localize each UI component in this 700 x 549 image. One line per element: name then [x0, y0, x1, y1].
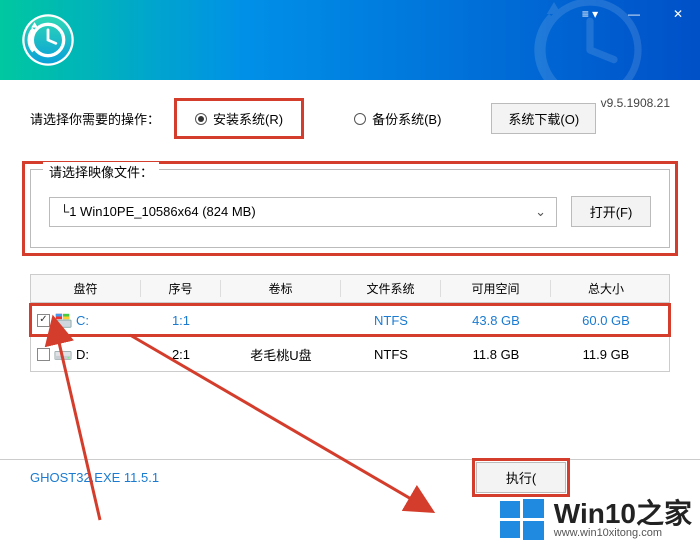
footer-bar: GHOST32.EXE 11.5.1 执行( 关闭(C) [0, 459, 700, 495]
radio-install-label: 安装系统(R) [213, 109, 283, 128]
cell-fs: NTFS [341, 347, 441, 362]
open-file-button[interactable]: 打开(F) [571, 196, 651, 227]
row-checkbox[interactable] [37, 314, 50, 327]
th-total: 总大小 [551, 280, 661, 297]
close-window-button[interactable]: ✕ [656, 0, 700, 28]
windows-drive-icon [54, 312, 72, 328]
system-download-button[interactable]: 系统下载(O) [491, 103, 596, 134]
th-drive: 盘符 [31, 280, 141, 297]
image-file-dropdown[interactable]: └1 Win10PE_10586x64 (824 MB) ⌄ [49, 197, 557, 227]
watermark-title: Win10之家 [554, 500, 692, 528]
operation-prompt: 请选择你需要的操作： [30, 109, 160, 128]
th-label: 卷标 [221, 280, 341, 297]
title-bar: ≡ ▾ — ✕ [0, 0, 700, 80]
window-controls: ≡ ▾ — ✕ [568, 0, 700, 28]
image-file-selected: └1 Win10PE_10586x64 (824 MB) [60, 204, 256, 219]
cell-label: 老毛桃U盘 [221, 345, 341, 364]
windows-logo-icon [498, 495, 546, 543]
app-logo-icon [20, 12, 76, 68]
disk-drive-icon [54, 346, 72, 362]
cell-index: 2:1 [141, 347, 221, 362]
image-file-legend: 请选择映像文件： [43, 162, 159, 181]
cell-total: 60.0 GB [551, 313, 661, 328]
row-checkbox[interactable] [37, 348, 50, 361]
cell-free: 43.8 GB [441, 313, 551, 328]
content-area: 请选择你需要的操作： 安装系统(R) 备份系统(B) 系统下载(O) v9.5.… [0, 80, 700, 372]
cell-free: 11.8 GB [441, 347, 551, 362]
operation-radio-group: 安装系统(R) 备份系统(B) [174, 98, 451, 139]
table-body: C: 1:1 NTFS 43.8 GB 60.0 GB [31, 303, 669, 371]
th-free: 可用空间 [441, 280, 551, 297]
menu-dropdown-button[interactable]: ≡ ▾ [568, 0, 612, 28]
partition-table: 盘符 序号 卷标 文件系统 可用空间 总大小 C: [30, 274, 670, 372]
execute-button[interactable]: 执行( [476, 462, 566, 493]
radio-dot-icon [195, 113, 207, 125]
cell-total: 11.9 GB [551, 347, 661, 362]
app-window: ≡ ▾ — ✕ 请选择你需要的操作： 安装系统(R) 备份系统(B) 系统下载(… [0, 0, 700, 549]
table-row[interactable]: D: 2:1 老毛桃U盘 NTFS 11.8 GB 11.9 GB [31, 337, 669, 371]
table-header: 盘符 序号 卷标 文件系统 可用空间 总大小 [31, 275, 669, 303]
minimize-button[interactable]: — [612, 0, 656, 28]
version-label: v9.5.1908.21 [601, 96, 670, 110]
cell-drive-letter: C: [76, 313, 89, 328]
cell-drive-letter: D: [76, 347, 89, 362]
radio-install-system[interactable]: 安装系统(R) [174, 98, 304, 139]
radio-dot-icon [354, 113, 366, 125]
cell-index: 1:1 [141, 313, 221, 328]
ghost-version-label: GHOST32.EXE 11.5.1 [30, 470, 159, 485]
th-index: 序号 [141, 280, 221, 297]
watermark: Win10之家 www.win10xitong.com [498, 495, 692, 543]
radio-backup-system[interactable]: 备份系统(B) [344, 105, 451, 132]
operation-row: 请选择你需要的操作： 安装系统(R) 备份系统(B) 系统下载(O) v9.5.… [30, 98, 670, 139]
table-row[interactable]: C: 1:1 NTFS 43.8 GB 60.0 GB [31, 303, 669, 337]
cell-fs: NTFS [341, 313, 441, 328]
th-fs: 文件系统 [341, 280, 441, 297]
watermark-url: www.win10xitong.com [554, 528, 692, 539]
radio-backup-label: 备份系统(B) [372, 109, 441, 128]
chevron-down-icon: ⌄ [535, 204, 546, 220]
image-file-group: 请选择映像文件： └1 Win10PE_10586x64 (824 MB) ⌄ … [30, 169, 670, 248]
